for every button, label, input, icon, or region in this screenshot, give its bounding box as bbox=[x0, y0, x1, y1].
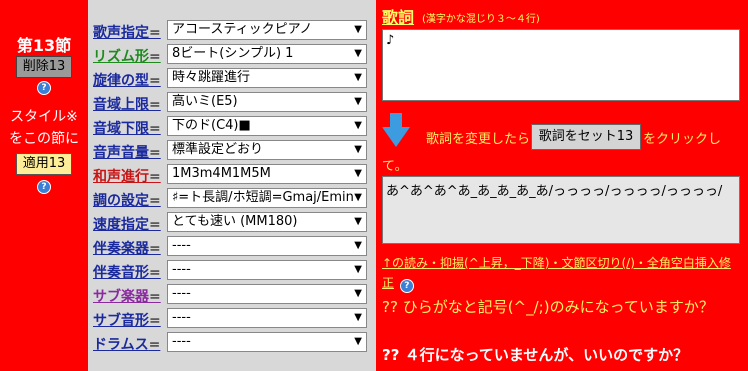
hiragana-warning: ?? ひらがなと記号(^_/;)のみになっていますか？ bbox=[382, 298, 714, 316]
chord-progression-select[interactable]: 1M3m4M1M5M ▼ bbox=[167, 164, 367, 184]
form-row: 速度指定= とても速い (MM180) ▼ bbox=[88, 211, 376, 235]
field-label[interactable]: 音声音量= bbox=[93, 142, 161, 162]
form-row: リズム形= 8ビート(シンプル) 1 ▼ bbox=[88, 43, 376, 67]
key-select[interactable]: ♯=ト長調/ホ短調=Gmaj/Emin ▼ bbox=[167, 188, 367, 208]
dropdown-arrow-icon: ▼ bbox=[354, 192, 362, 203]
lyrics-panel: 歌詞 (漢字かな混じり３～４行) ♪ 歌詞を変更したら 歌詞をセット13 をクリ… bbox=[376, 0, 748, 371]
down-arrow-icon bbox=[382, 113, 410, 147]
tempo-select[interactable]: とても速い (MM180) ▼ bbox=[167, 212, 367, 232]
field-label[interactable]: リズム形= bbox=[93, 46, 161, 66]
reading-textarea[interactable]: あ^あ^あ^あ_あ_あ_あ_あ/っっっっ/っっっっ/っっっっ/ bbox=[382, 176, 740, 244]
field-label[interactable]: 歌声指定= bbox=[93, 22, 161, 42]
dropdown-arrow-icon: ▼ bbox=[354, 72, 362, 83]
sub-pattern-select[interactable]: ---- ▼ bbox=[167, 308, 367, 328]
settings-form: 歌声指定= アコースティックピアノ ▼ リズム形= 8ビート(シンプル) 1 ▼ 旋… bbox=[88, 0, 376, 371]
form-row: 伴奏楽器= ---- ▼ bbox=[88, 235, 376, 259]
field-label[interactable]: 和声進行= bbox=[93, 166, 161, 186]
dropdown-arrow-icon: ▼ bbox=[354, 216, 362, 227]
dropdown-arrow-icon: ▼ bbox=[354, 288, 362, 299]
field-label[interactable]: 伴奏楽器= bbox=[93, 238, 161, 258]
form-row: サブ音形= ---- ▼ bbox=[88, 307, 376, 331]
dropdown-arrow-icon: ▼ bbox=[354, 144, 362, 155]
form-row: 音域下限= 下のド(C4)■ ▼ bbox=[88, 115, 376, 139]
reading-note-link[interactable]: ↑の読み・抑揚(^上昇，_下降)・文節区切り(/)・全角空白挿入修正 bbox=[382, 256, 731, 290]
dropdown-arrow-icon: ▼ bbox=[354, 96, 362, 107]
help-icon[interactable]: ? bbox=[37, 81, 51, 95]
range-lower-select[interactable]: 下のド(C4)■ ▼ bbox=[167, 116, 367, 136]
reading-note: ↑の読み・抑揚(^上昇，_下降)・文節区切り(/)・全角空白挿入修正 ? bbox=[382, 253, 742, 293]
apply-style-button[interactable]: 適用13 bbox=[16, 153, 72, 175]
dropdown-arrow-icon: ▼ bbox=[354, 264, 362, 275]
delete-section-button[interactable]: 削除13 bbox=[16, 56, 72, 78]
melody-type-select[interactable]: 時々跳躍進行 ▼ bbox=[167, 68, 367, 88]
volume-select[interactable]: 標準設定どおり ▼ bbox=[167, 140, 367, 160]
form-row: 和声進行= 1M3m4M1M5M ▼ bbox=[88, 163, 376, 187]
field-label[interactable]: サブ楽器= bbox=[93, 286, 161, 306]
line-count-warning: ?? ４行になっていませんが、いいのですか？ bbox=[382, 346, 689, 364]
dropdown-arrow-icon: ▼ bbox=[354, 168, 362, 179]
help-icon[interactable]: ? bbox=[399, 279, 414, 293]
form-row: 歌声指定= アコースティックピアノ ▼ bbox=[88, 19, 376, 43]
dropdown-arrow-icon: ▼ bbox=[354, 240, 362, 251]
sub-instrument-select[interactable]: ---- ▼ bbox=[167, 284, 367, 304]
dropdown-arrow-icon: ▼ bbox=[354, 24, 362, 35]
range-upper-select[interactable]: 高いミ(E5) ▼ bbox=[167, 92, 367, 112]
section-panel: 第13節 削除13 ? スタイル※ をこの節に 適用13 ? bbox=[0, 0, 88, 371]
field-label[interactable]: 旋律の型= bbox=[93, 70, 161, 90]
accompaniment-instrument-select[interactable]: ---- ▼ bbox=[167, 236, 367, 256]
field-label[interactable]: 伴奏音形= bbox=[93, 262, 161, 282]
field-label[interactable]: 音域上限= bbox=[93, 94, 161, 114]
style-note-line1: スタイル※ bbox=[10, 109, 78, 125]
form-row: 調の設定= ♯=ト長調/ホ短調=Gmaj/Emin ▼ bbox=[88, 187, 376, 211]
voice-select[interactable]: アコースティックピアノ ▼ bbox=[167, 20, 367, 40]
field-label[interactable]: 速度指定= bbox=[93, 214, 161, 234]
help-icon[interactable]: ? bbox=[37, 180, 51, 194]
set-instruction-te: て。 bbox=[382, 159, 408, 174]
set-instruction-after: をクリックし bbox=[643, 132, 722, 147]
set-lyrics-button[interactable]: 歌詞をセット13 bbox=[531, 124, 641, 150]
set-instruction-before: 歌詞を変更したら bbox=[426, 132, 531, 147]
dropdown-arrow-icon: ▼ bbox=[354, 48, 362, 59]
field-label[interactable]: ドラムス= bbox=[93, 334, 160, 354]
lyrics-subtitle: (漢字かな混じり３～４行) bbox=[422, 14, 540, 25]
form-row: 音域上限= 高いミ(E5) ▼ bbox=[88, 91, 376, 115]
form-row: サブ楽器= ---- ▼ bbox=[88, 283, 376, 307]
lyrics-textarea[interactable]: ♪ bbox=[382, 29, 740, 101]
form-row: 旋律の型= 時々跳躍進行 ▼ bbox=[88, 67, 376, 91]
field-label[interactable]: サブ音形= bbox=[93, 310, 161, 330]
rhythm-select[interactable]: 8ビート(シンプル) 1 ▼ bbox=[167, 44, 367, 64]
form-row: 音声音量= 標準設定どおり ▼ bbox=[88, 139, 376, 163]
accompaniment-pattern-select[interactable]: ---- ▼ bbox=[167, 260, 367, 280]
form-row: 伴奏音形= ---- ▼ bbox=[88, 259, 376, 283]
field-label[interactable]: 音域下限= bbox=[93, 118, 161, 138]
form-row: ドラムス= ---- ▼ bbox=[88, 331, 376, 355]
drums-select[interactable]: ---- ▼ bbox=[167, 332, 367, 352]
style-note-line2: をこの節に bbox=[9, 131, 79, 147]
lyrics-title[interactable]: 歌詞 bbox=[382, 4, 414, 28]
dropdown-arrow-icon: ▼ bbox=[354, 312, 362, 323]
dropdown-arrow-icon: ▼ bbox=[354, 120, 362, 131]
section-title: 第13節 bbox=[16, 36, 72, 55]
field-label[interactable]: 調の設定= bbox=[93, 190, 161, 210]
dropdown-arrow-icon: ▼ bbox=[354, 336, 362, 347]
